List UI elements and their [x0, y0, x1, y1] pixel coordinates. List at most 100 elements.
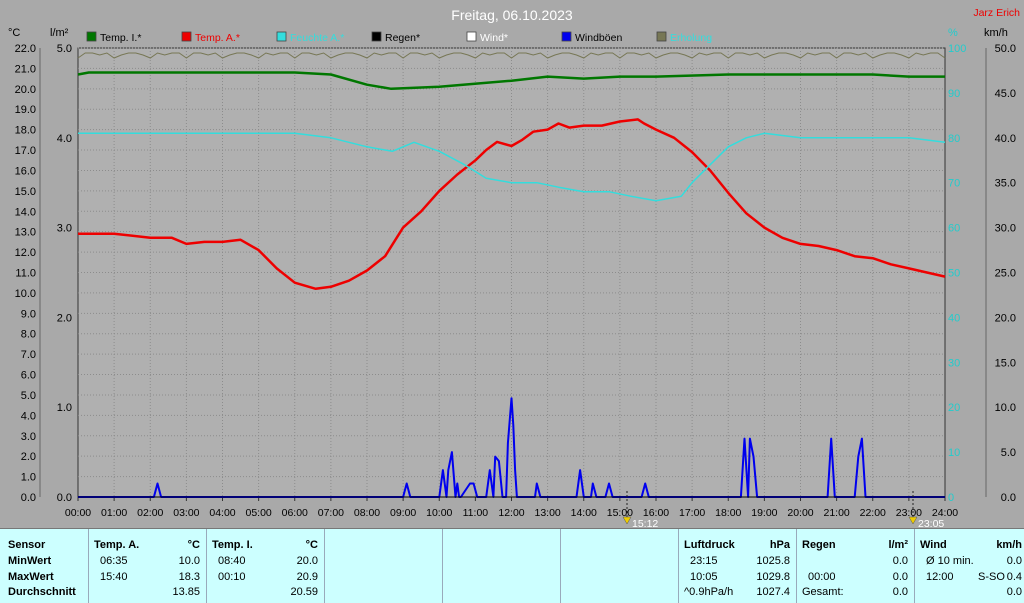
temp-a-unit: °C — [187, 539, 200, 551]
legend-swatch — [86, 31, 97, 42]
rain-max-time: 00:00 — [808, 571, 836, 583]
x-tick-label: 22:00 — [860, 507, 886, 519]
temp-i-avg-value: 20.59 — [290, 586, 318, 598]
x-tick-label: 06:00 — [282, 507, 308, 519]
column-divider — [442, 529, 443, 603]
time-marker-label: 23:05 — [918, 518, 944, 528]
rain-tick-label: 3.0 — [57, 223, 72, 235]
sun-marker-icon — [622, 516, 632, 525]
temp-tick-label: 12.0 — [15, 247, 36, 259]
rain-unit-label: l/m² — [50, 27, 69, 39]
wind-max-time: 12:00 — [926, 571, 954, 583]
x-tick-label: 20:00 — [787, 507, 813, 519]
humidity-tick-label: 20 — [948, 402, 960, 414]
column-divider — [914, 529, 915, 603]
wind-avg-label: Ø 10 min. — [926, 555, 974, 567]
temp-tick-label: 16.0 — [15, 165, 36, 177]
temp-tick-label: 1.0 — [21, 472, 36, 484]
rain-header: Regen — [802, 539, 836, 551]
humidity-unit-label: % — [948, 27, 958, 39]
column-divider — [206, 529, 207, 603]
legend-label: Erholung — [670, 32, 712, 44]
wind-tick-label: 25.0 — [995, 268, 1016, 280]
x-tick-label: 04:00 — [209, 507, 235, 519]
temp-tick-label: 20.0 — [15, 84, 36, 96]
x-tick-label: 21:00 — [823, 507, 849, 519]
temp-tick-label: 21.0 — [15, 63, 36, 75]
legend-swatch — [561, 31, 572, 42]
temp-i-header: Temp. I. — [212, 539, 253, 551]
wind-tick-label: 50.0 — [995, 43, 1016, 55]
rain-total-value: 0.0 — [892, 586, 908, 598]
pressure-min-time: 23:15 — [690, 555, 718, 567]
temp-i-max-value: 20.9 — [296, 571, 318, 583]
legend-label: Temp. I.* — [100, 32, 141, 44]
pressure-header: Luftdruck — [684, 539, 735, 551]
station-name: Jarz Erich — [973, 7, 1020, 19]
pressure-min-value: 1025.8 — [756, 555, 790, 567]
temp-tick-label: 0.0 — [21, 492, 36, 504]
wind-avg-value: 0.0 — [1006, 555, 1022, 567]
wind-tick-label: 15.0 — [995, 357, 1016, 369]
column-divider — [678, 529, 679, 603]
legend-label: Wind* — [480, 32, 508, 44]
rain-tick-label: 4.0 — [57, 133, 72, 145]
wind-header: Wind — [920, 539, 947, 551]
column-divider — [796, 529, 797, 603]
temp-i-min-time: 08:40 — [218, 555, 246, 567]
x-tick-label: 12:00 — [498, 507, 524, 519]
temp-a-min-value: 10.0 — [178, 555, 200, 567]
temp-tick-label: 15.0 — [15, 186, 36, 198]
humidity-tick-label: 60 — [948, 223, 960, 235]
weather-chart-stage: 0.0 1.0 2.0 3.0 4.0 5.0 6.0 7.0 8.0 9.0 10.0 11.0 12… — [0, 0, 1024, 602]
temp-tick-label: 4.0 — [21, 410, 36, 422]
temp-tick-label: 17.0 — [15, 145, 36, 157]
wind-tick-label: 10.0 — [995, 402, 1016, 414]
pressure-trend: ^0.9hPa/h — [684, 586, 734, 598]
x-tick-label: 03:00 — [173, 507, 199, 519]
temp-tick-label: 10.0 — [15, 288, 36, 300]
statistics-panel: Sensor MinWert MaxWert Durchschnitt Temp… — [0, 528, 1024, 603]
temp-tick-label: 19.0 — [15, 104, 36, 116]
wind-total-value: 0.0 — [1006, 586, 1022, 598]
row-label-avg: Durchschnitt — [8, 586, 76, 598]
sun-marker-icon — [908, 516, 918, 525]
temp-i-max-time: 00:10 — [218, 571, 246, 583]
wind-tick-label: 30.0 — [995, 223, 1016, 235]
x-tick-label: 05:00 — [245, 507, 271, 519]
temp-i-min-value: 20.0 — [296, 555, 318, 567]
temp-a-max-value: 18.3 — [178, 571, 200, 583]
pressure-unit: hPa — [769, 539, 790, 551]
rain-unit: l/m² — [888, 539, 908, 551]
legend-label: Temp. A.* — [195, 32, 240, 44]
temp-a-min-time: 06:35 — [100, 555, 128, 567]
rain-tick-label: 2.0 — [57, 312, 72, 324]
temp-unit-label: °C — [8, 27, 20, 39]
legend-swatch — [371, 31, 382, 42]
temp-tick-label: 9.0 — [21, 308, 36, 320]
row-label-max: MaxWert — [8, 571, 54, 583]
humidity-tick-label: 80 — [948, 133, 960, 145]
humidity-tick-label: 90 — [948, 88, 960, 100]
time-marker-label: 15:12 — [632, 518, 658, 528]
wind-tick-label: 5.0 — [1001, 447, 1016, 459]
temp-tick-label: 18.0 — [15, 125, 36, 137]
rain-min-value: 0.0 — [892, 555, 908, 567]
x-tick-label: 17:00 — [679, 507, 705, 519]
column-divider — [324, 529, 325, 603]
temp-tick-label: 14.0 — [15, 206, 36, 218]
wind-unit-label: km/h — [984, 27, 1008, 39]
legend-label: Feuchte A.* — [290, 32, 344, 44]
x-tick-label: 01:00 — [101, 507, 127, 519]
chart-title: Freitag, 06.10.2023 — [451, 7, 573, 23]
row-label-min: MinWert — [8, 555, 52, 567]
legend-swatch — [181, 31, 192, 42]
pressure-avg-value: 1027.4 — [756, 586, 790, 598]
sensor-header: Sensor — [8, 539, 46, 551]
column-divider — [560, 529, 561, 603]
temp-tick-label: 2.0 — [21, 451, 36, 463]
x-tick-label: 00:00 — [65, 507, 91, 519]
temp-tick-label: 22.0 — [15, 43, 36, 55]
x-tick-label: 09:00 — [390, 507, 416, 519]
x-tick-label: 18:00 — [715, 507, 741, 519]
